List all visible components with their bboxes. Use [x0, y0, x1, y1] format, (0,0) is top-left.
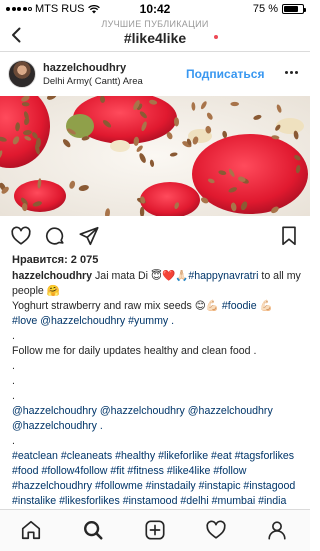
home-icon[interactable]	[20, 519, 42, 541]
caption-text-2-tail: 💪🏻	[256, 300, 273, 312]
caption-dot: .	[12, 375, 15, 387]
caption-dot: .	[12, 435, 15, 447]
profile-icon[interactable]	[266, 519, 288, 541]
post-caption: hazzelchoudhry Jai mata Di 😇❤️🙏🏻#happyna…	[12, 269, 302, 524]
caption-tags-love[interactable]: #love @hazzelchoudhry #yummy .	[12, 315, 174, 327]
action-bar	[0, 222, 310, 250]
status-bar: MTS RUS 10:42 75 %	[0, 0, 310, 18]
hashtag-happynavratri[interactable]: #happynavratri	[188, 270, 258, 282]
like-icon[interactable]	[10, 225, 32, 247]
seed	[230, 101, 239, 107]
tab-bar	[0, 509, 310, 551]
share-icon[interactable]	[78, 225, 100, 247]
nav-header: ЛУЧШИЕ ПУБЛИКАЦИИ #like4like	[0, 18, 310, 52]
comment-icon[interactable]	[44, 225, 66, 247]
battery-info: 75 %	[252, 3, 306, 15]
caption-dot: .	[12, 390, 15, 402]
caption-mentions[interactable]: @hazzelchoudhry @hazzelchoudhry @hazzelc…	[12, 404, 302, 434]
post-header: hazzelchoudhry Delhi Army( Cantt) Area П…	[0, 56, 310, 94]
post-location[interactable]: Delhi Army( Cantt) Area	[43, 76, 143, 87]
caption-follow-line: Follow me for daily updates healthy and …	[12, 345, 257, 357]
battery-icon	[282, 4, 306, 14]
hashtag-foodie[interactable]: #foodie	[222, 300, 257, 312]
notification-dot	[214, 35, 218, 39]
bookmark-icon[interactable]	[278, 225, 300, 247]
post-image[interactable]	[0, 96, 310, 216]
caption-paragraph-1: hazzelchoudhry Jai mata Di 😇❤️🙏🏻#happyna…	[12, 269, 302, 299]
more-options-icon[interactable]	[285, 71, 298, 74]
battery-fill	[284, 6, 298, 12]
follow-button[interactable]: Подписаться	[186, 67, 264, 81]
post-username[interactable]: hazzelchoudhry	[43, 62, 126, 74]
heart-icon[interactable]	[205, 519, 227, 541]
nav-subtitle: ЛУЧШИЕ ПУБЛИКАЦИИ	[101, 19, 209, 29]
caption-username[interactable]: hazzelchoudhry	[12, 270, 92, 282]
search-icon[interactable]	[82, 519, 104, 541]
caption-text-1: Jai mata Di 😇❤️🙏🏻	[92, 270, 189, 282]
avatar[interactable]	[8, 60, 36, 88]
caption-dot: .	[12, 330, 15, 342]
caption-paragraph-2: Yoghurt strawberry and raw mix seeds 😊💪🏻…	[12, 299, 302, 329]
nav-title: #like4like	[123, 30, 187, 46]
caption-dot: .	[12, 360, 15, 372]
caption-text-2: Yoghurt strawberry and raw mix seeds 😊💪🏻	[12, 300, 222, 312]
battery-percent: 75 %	[252, 3, 278, 15]
likes-count[interactable]: Нравится: 2 075	[12, 254, 98, 266]
add-icon[interactable]	[144, 519, 166, 541]
